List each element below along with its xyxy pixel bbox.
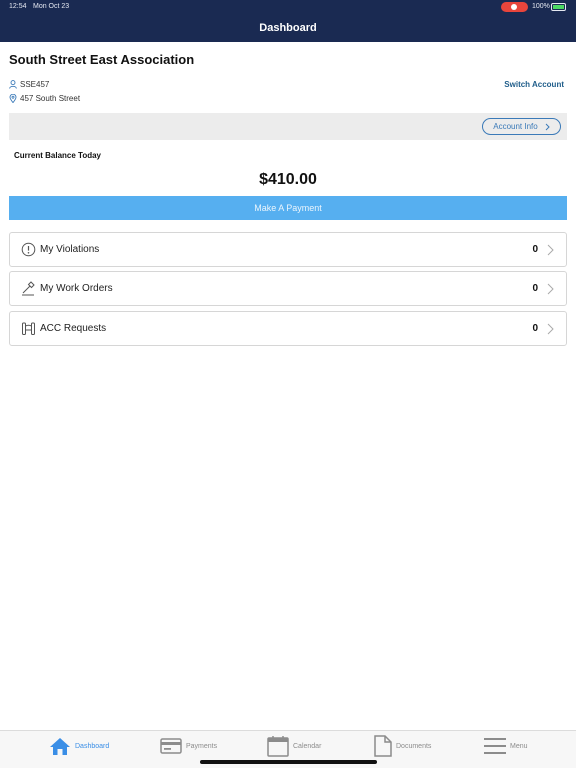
gate-icon <box>22 322 35 335</box>
hammer-icon <box>22 281 35 296</box>
tab-label: Menu <box>510 742 528 750</box>
make-payment-button[interactable]: Make A Payment <box>9 196 567 220</box>
list-item-count: 0 <box>532 323 538 334</box>
list-item-label: ACC Requests <box>40 323 107 334</box>
home-icon <box>50 737 70 755</box>
account-info-label: Account Info <box>493 122 538 131</box>
list-item-violations[interactable]: My Violations 0 <box>9 232 567 267</box>
nav-bar: Dashboard <box>0 14 576 42</box>
chevron-right-icon <box>545 123 550 130</box>
tab-label: Calendar <box>293 742 322 750</box>
alert-circle-icon <box>21 242 36 257</box>
list-item-count: 0 <box>532 244 538 255</box>
user-icon <box>9 80 17 89</box>
account-info-button[interactable]: Account Info <box>482 118 561 135</box>
address-line: 457 South Street <box>9 94 80 103</box>
tab-calendar[interactable]: Calendar <box>267 731 321 761</box>
account-id-line: SSE457 <box>9 80 49 89</box>
account-info-bar: Account Info <box>9 113 567 140</box>
hamburger-menu-icon <box>484 738 506 754</box>
battery-percent: 100% <box>532 3 550 10</box>
status-time: 12:54 <box>9 3 27 10</box>
association-name: South Street East Association <box>9 52 195 67</box>
document-icon <box>374 735 392 757</box>
address: 457 South Street <box>20 94 81 103</box>
tab-label: Payments <box>186 742 218 750</box>
switch-account-link[interactable]: Switch Account <box>504 80 564 89</box>
list-item-acc-requests[interactable]: ACC Requests 0 <box>9 311 567 346</box>
chevron-right-icon <box>547 323 554 335</box>
tab-label: Dashboard <box>75 742 110 750</box>
account-id: SSE457 <box>20 80 50 89</box>
screen-recording-icon[interactable] <box>501 2 528 12</box>
battery-icon <box>551 3 566 11</box>
location-pin-icon <box>9 94 17 103</box>
home-indicator[interactable] <box>200 760 377 764</box>
tab-menu[interactable]: Menu <box>484 731 528 761</box>
tab-dashboard[interactable]: Dashboard <box>49 731 109 761</box>
tab-label: Documents <box>396 742 432 750</box>
balance-amount: $410.00 <box>259 171 317 188</box>
chevron-right-icon <box>547 283 554 295</box>
credit-card-icon <box>160 738 182 754</box>
status-date: Mon Oct 23 <box>33 3 70 10</box>
status-bar: 12:54 Mon Oct 23 100% <box>0 0 576 14</box>
list-item-count: 0 <box>532 283 538 294</box>
list-item-work-orders[interactable]: My Work Orders 0 <box>9 271 567 306</box>
chevron-right-icon <box>547 244 554 256</box>
balance-label: Current Balance Today <box>14 151 101 160</box>
list-item-label: My Violations <box>40 244 100 255</box>
page-title: Dashboard <box>259 22 317 34</box>
tab-documents[interactable]: Documents <box>374 731 431 761</box>
calendar-icon <box>267 736 289 757</box>
tab-payments[interactable]: Payments <box>160 731 217 761</box>
list-item-label: My Work Orders <box>40 283 113 294</box>
